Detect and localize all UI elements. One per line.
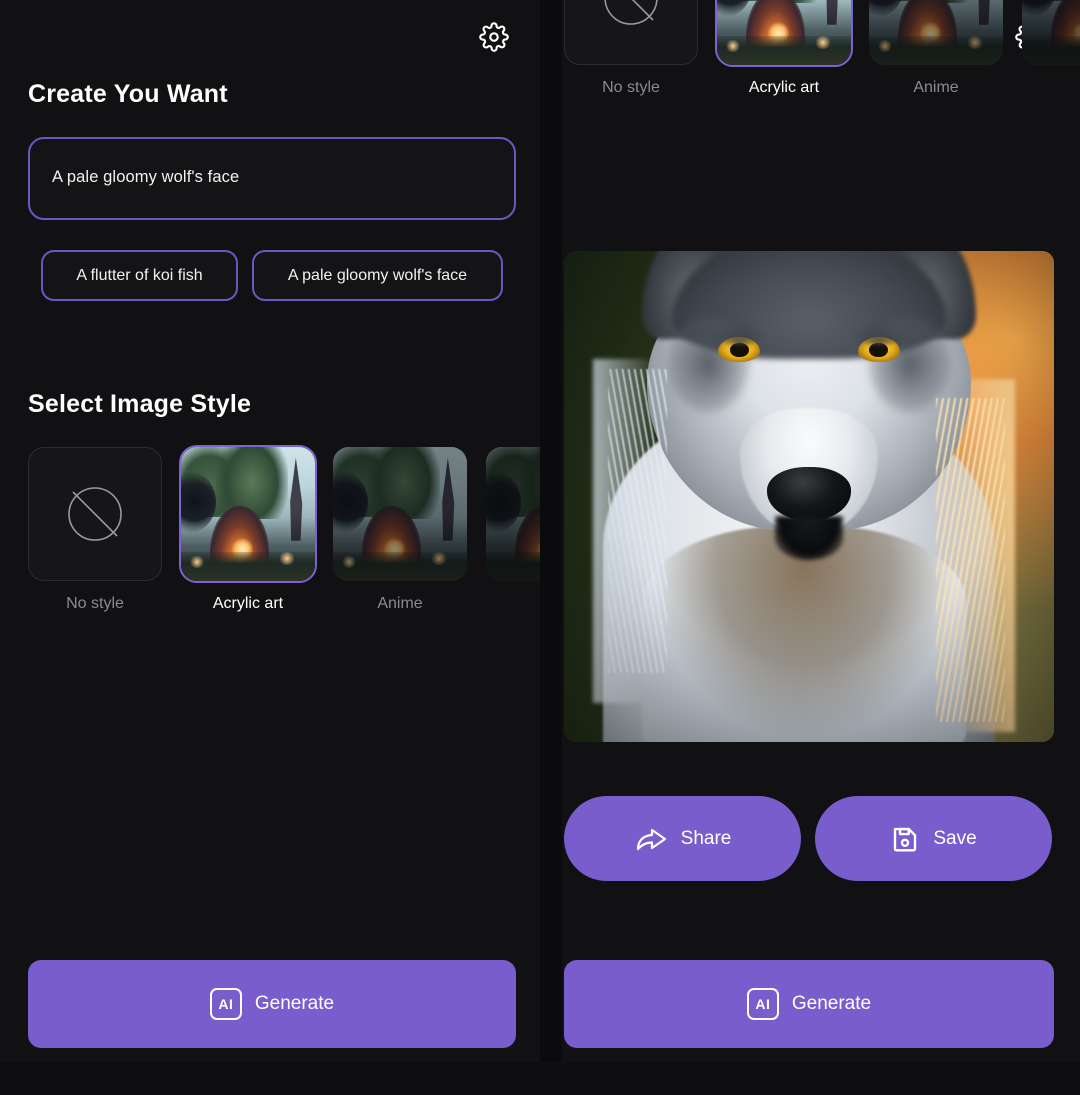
suggestion-chip-label: A flutter of koi fish [76,266,203,284]
style-carousel-right[interactable]: No style Acrylic art Anime [562,0,1080,161]
share-arrow-icon [634,824,668,854]
generate-button-label: Generate [791,993,872,1014]
style-option-anime[interactable]: Anime [869,0,1003,96]
generate-button-left[interactable]: AI Generate [28,960,516,1048]
save-button-label: Save [933,827,977,849]
generate-button-right[interactable]: AI Generate [564,960,1054,1048]
prompt-input-value: A pale gloomy wolf's face [52,168,240,186]
ai-badge-icon: AI [209,988,242,1020]
right-screen-panel: No style Acrylic art Anime Share Save AI… [562,0,1080,1062]
style-thumbnail [1022,0,1080,65]
style-thumbnail [179,445,317,583]
generated-image[interactable] [564,251,1054,742]
floppy-disk-icon [890,824,920,854]
style-option-label: Acrylic art [212,595,284,612]
style-option-label: Anime [913,79,959,96]
style-thumbnail-art [181,447,315,581]
style-option-anime[interactable]: Anime [333,447,467,612]
style-option-next[interactable] [1022,0,1080,65]
style-thumbnail-art [869,0,1003,65]
share-button[interactable]: Share [564,796,801,881]
style-thumbnail [715,0,853,67]
share-button-label: Share [680,827,732,849]
style-option-label: No style [66,595,124,612]
style-option-acrylic-art[interactable]: Acrylic art [179,445,317,612]
settings-gear-icon-left[interactable] [479,22,509,52]
style-thumbnail [564,0,698,65]
style-option-label: Anime [377,595,423,612]
style-option-label: Acrylic art [748,79,820,96]
style-thumbnail [28,447,162,581]
style-option-no-style[interactable]: No style [564,0,698,96]
style-thumbnail [486,447,540,581]
style-thumbnail-art [333,447,467,581]
wolf-illustration [564,251,1054,742]
style-thumbnail-art [717,0,851,65]
style-thumbnail [869,0,1003,65]
create-heading: Create You Want [28,80,228,108]
suggestion-chip-koi-fish[interactable]: A flutter of koi fish [41,250,238,301]
select-image-style-heading: Select Image Style [28,390,252,418]
style-thumbnail-art [486,447,540,581]
style-option-no-style[interactable]: No style [28,447,162,612]
style-option-next[interactable] [486,447,540,581]
style-option-acrylic-art[interactable]: Acrylic art [715,0,853,96]
style-thumbnail [333,447,467,581]
left-screen-panel: Create You Want A pale gloomy wolf's fac… [0,0,540,1062]
no-style-icon [60,479,130,549]
suggestion-chip-label: A pale gloomy wolf's face [287,266,468,284]
no-style-icon [596,0,666,33]
style-option-label: No style [602,79,660,96]
generate-button-label: Generate [254,993,335,1014]
style-thumbnail-art [1022,0,1080,65]
bottom-strip [0,1062,1080,1095]
ai-badge-icon: AI [746,988,779,1020]
style-carousel-left[interactable]: No style Acrylic art Anime [0,445,540,627]
app-root: Create You Want A pale gloomy wolf's fac… [0,0,1080,1095]
suggestion-chip-wolf-face[interactable]: A pale gloomy wolf's face [252,250,503,301]
save-button[interactable]: Save [815,796,1052,881]
prompt-input[interactable]: A pale gloomy wolf's face [28,137,516,220]
